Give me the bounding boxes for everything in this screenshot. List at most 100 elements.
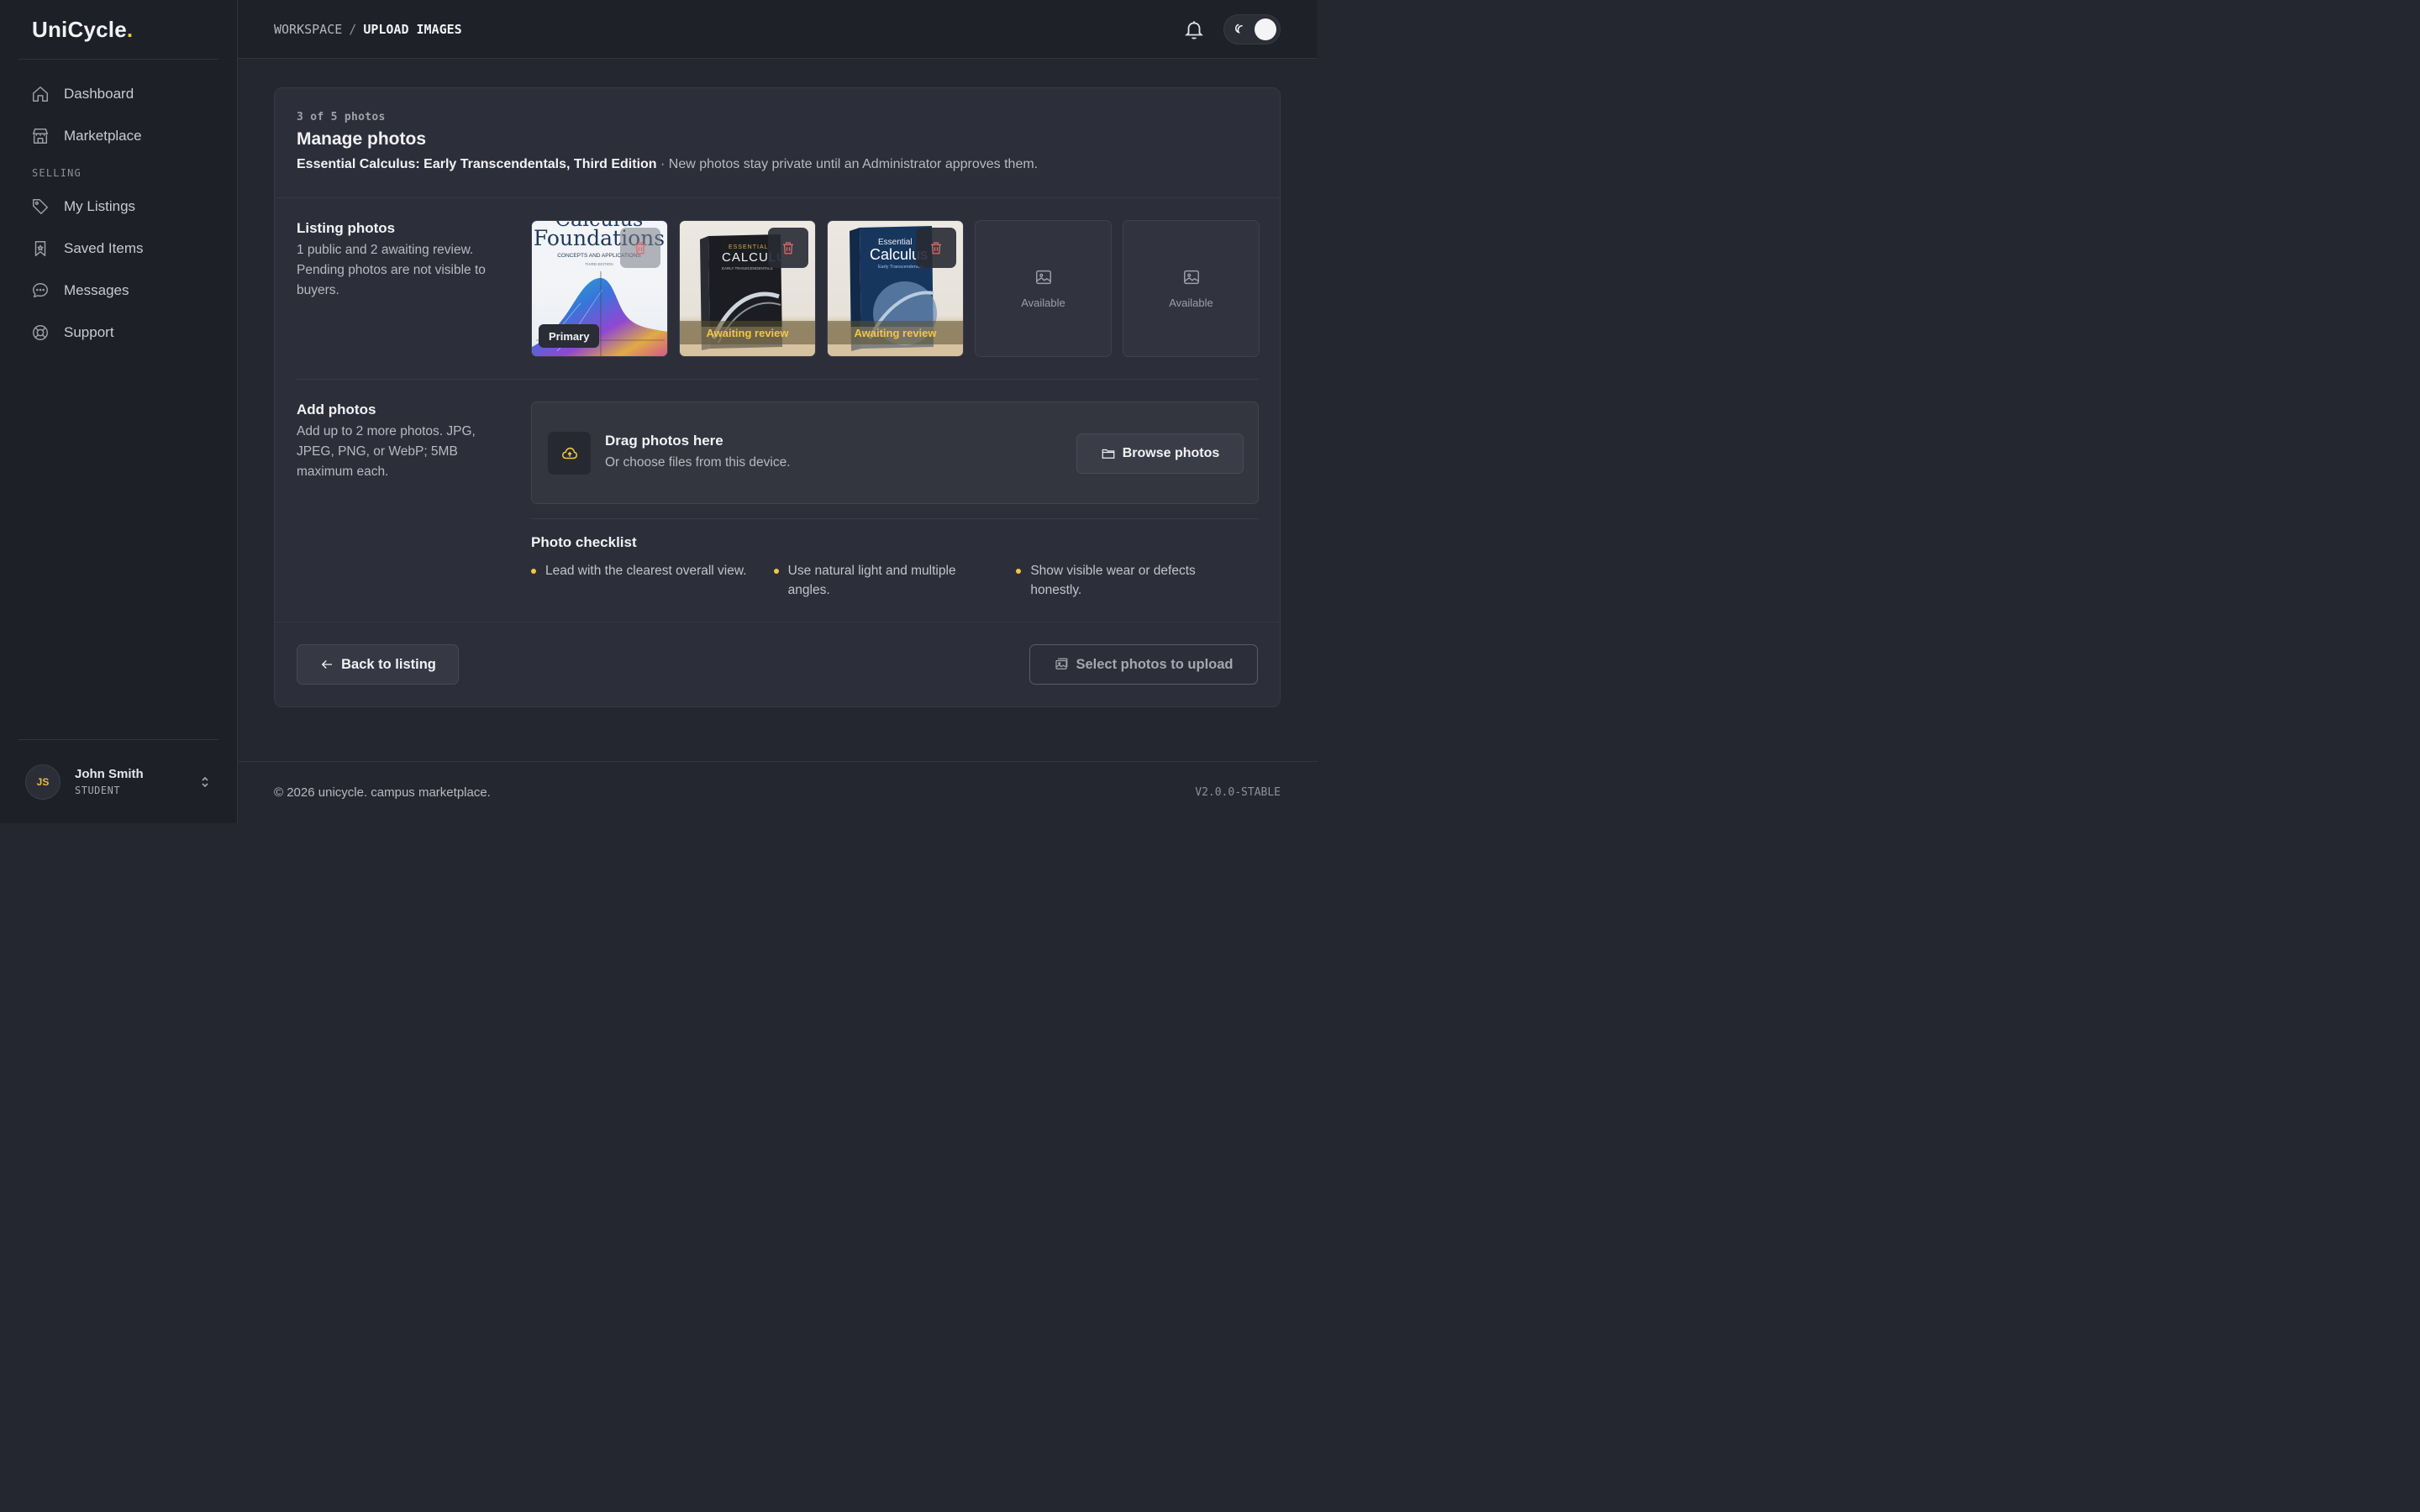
theme-toggle[interactable] [1223, 13, 1281, 45]
brand-dot: . [126, 16, 134, 42]
sidebar-item-messages[interactable]: Messages [0, 270, 237, 312]
arrow-left-icon [321, 660, 333, 669]
browse-photos-button[interactable]: Browse photos [1076, 433, 1244, 474]
chevron-up-down-icon[interactable] [198, 775, 212, 789]
status-badge: Primary [539, 324, 600, 348]
upload-label: Select photos to upload [1076, 656, 1234, 672]
photo-count: 3 of 5 photos [297, 111, 386, 123]
delete-photo-button[interactable] [768, 228, 808, 268]
sidebar-item-marketplace[interactable]: Marketplace [0, 115, 237, 157]
storefront-icon [31, 127, 50, 145]
breadcrumb: WORKSPACE / UPLOAD IMAGES [274, 22, 462, 37]
status-badge: Awaiting review [828, 321, 963, 344]
sidebar: UniCycle. Dashboard Marketplace SELLING … [0, 0, 238, 823]
checklist-text: Use natural light and multiple angles. [787, 564, 956, 597]
breadcrumb-root[interactable]: WORKSPACE [274, 22, 342, 37]
checklist-text: Lead with the clearest overall view. [545, 564, 747, 578]
breadcrumb-separator: / [349, 21, 357, 37]
book-title: Essential Calculus: Early Transcendental… [297, 157, 657, 171]
photo-thumbnail[interactable]: ESSENTIAL CALCULUS EARLY TRANSCENDENTALS… [679, 220, 816, 357]
version-label: V2.0.0-STABLE [1195, 786, 1281, 799]
listing-photos-info: Listing photos 1 public and 2 awaiting r… [297, 220, 507, 301]
image-placeholder-icon [1183, 270, 1199, 285]
bullet [531, 569, 536, 574]
sidebar-item-dashboard[interactable]: Dashboard [0, 73, 237, 115]
sidebar-item-label: Dashboard [64, 86, 134, 102]
photo-thumbnail[interactable]: Essential Calculus Early Transcendentals… [827, 220, 964, 357]
list-item: Lead with the clearest overall view. [531, 561, 774, 600]
add-photos-description: Add up to 2 more photos. JPG, JPEG, PNG,… [297, 424, 476, 479]
cover-sub-text: EARLY TRANSCENDENTALS [722, 266, 773, 270]
card-subtitle: Essential Calculus: Early Transcendental… [297, 157, 1258, 172]
trash-icon [635, 242, 645, 255]
card-footer: Back to listing Select photos to upload [275, 622, 1280, 706]
listing-photos-description: 1 public and 2 awaiting review. Pending … [297, 243, 486, 297]
images-icon [1055, 658, 1068, 669]
cover-top-text: ESSENTIAL [729, 244, 769, 250]
manage-photos-card: 3 of 5 photos Manage photos Essential Ca… [274, 87, 1281, 707]
back-to-listing-button[interactable]: Back to listing [297, 644, 459, 685]
photo-grid: Calculus Foundations CONCEPTS AND APPLIC… [531, 220, 1260, 357]
chat-bubble-icon [31, 281, 50, 300]
dropzone-subtitle: Or choose files from this device. [605, 455, 791, 470]
photo-thumbnail[interactable]: Calculus Foundations CONCEPTS AND APPLIC… [531, 220, 668, 357]
topbar: WORKSPACE / UPLOAD IMAGES [238, 0, 1318, 59]
sidebar-item-label: Support [64, 324, 114, 340]
sidebar-item-my-listings[interactable]: My Listings [0, 186, 237, 228]
empty-photo-slot[interactable]: Available [975, 220, 1112, 357]
delete-photo-button[interactable] [620, 228, 660, 268]
user-name: John Smith [75, 767, 144, 781]
tag-icon [31, 197, 50, 216]
empty-photo-slot[interactable]: Available [1123, 220, 1260, 357]
delete-photo-button[interactable] [916, 228, 956, 268]
trash-icon [783, 242, 793, 255]
sidebar-item-saved-items[interactable]: Saved Items [0, 228, 237, 270]
checklist-title: Photo checklist [531, 534, 637, 550]
sidebar-item-support[interactable]: Support [0, 312, 237, 354]
image-placeholder-icon [1035, 270, 1051, 285]
photo-dropzone[interactable]: Drag photos here Or choose files from th… [531, 402, 1259, 504]
home-icon [31, 85, 50, 103]
sidebar-section-selling: SELLING [32, 167, 82, 179]
photo-checklist: Photo checklist Lead with the clearest o… [531, 518, 1259, 600]
sidebar-item-label: Saved Items [64, 240, 144, 256]
user-menu[interactable]: JS John Smith STUDENT [18, 739, 218, 823]
status-badge: Awaiting review [680, 321, 815, 344]
toggle-knob [1255, 18, 1276, 40]
dropzone-title: Drag photos here [605, 433, 723, 449]
page-footer: © 2026 unicycle. campus marketplace. V2.… [238, 761, 1318, 823]
subtitle-note: · New photos stay private until an Admin… [656, 157, 1039, 171]
section-divider [297, 379, 1258, 380]
brand-name: UniCycle [32, 16, 127, 42]
moon-icon [1234, 24, 1246, 35]
sidebar-item-label: My Listings [64, 198, 136, 214]
app-root: UniCycle. Dashboard Marketplace SELLING … [0, 0, 1318, 823]
bookmark-icon [31, 239, 50, 258]
select-photos-to-upload-button[interactable]: Select photos to upload [1029, 644, 1258, 685]
sidebar-item-label: Messages [64, 282, 129, 298]
copyright-text: © 2026 unicycle. campus marketplace. [274, 785, 491, 800]
page-title: Manage photos [297, 129, 427, 149]
browse-photos-label: Browse photos [1122, 446, 1220, 460]
checklist-text: Show visible wear or defects honestly. [1030, 564, 1196, 597]
list-item: Use natural light and multiple angles. [773, 561, 1017, 600]
user-info: John Smith STUDENT [75, 767, 144, 796]
add-photos-title: Add photos [297, 402, 376, 417]
cloud-upload-icon [548, 432, 591, 475]
add-photos-info: Add photos Add up to 2 more photos. JPG,… [297, 402, 507, 482]
trash-icon [931, 242, 941, 255]
breadcrumb-current: UPLOAD IMAGES [363, 21, 462, 37]
back-label: Back to listing [341, 656, 436, 672]
brand-logo[interactable]: UniCycle. [0, 0, 237, 59]
folder-icon [1102, 449, 1115, 459]
card-header: 3 of 5 photos Manage photos Essential Ca… [275, 88, 1280, 198]
main-area: WORKSPACE / UPLOAD IMAGES 3 of 5 photos Ma… [238, 0, 1318, 823]
listing-photos-title: Listing photos [297, 220, 396, 236]
avatar: JS [25, 764, 60, 800]
sidebar-item-label: Marketplace [64, 128, 142, 144]
user-role: STUDENT [75, 785, 121, 796]
slot-label: Available [1021, 297, 1065, 309]
list-item: Show visible wear or defects honestly. [1016, 561, 1259, 600]
bell-icon[interactable] [1183, 18, 1205, 40]
bullet [773, 569, 779, 574]
